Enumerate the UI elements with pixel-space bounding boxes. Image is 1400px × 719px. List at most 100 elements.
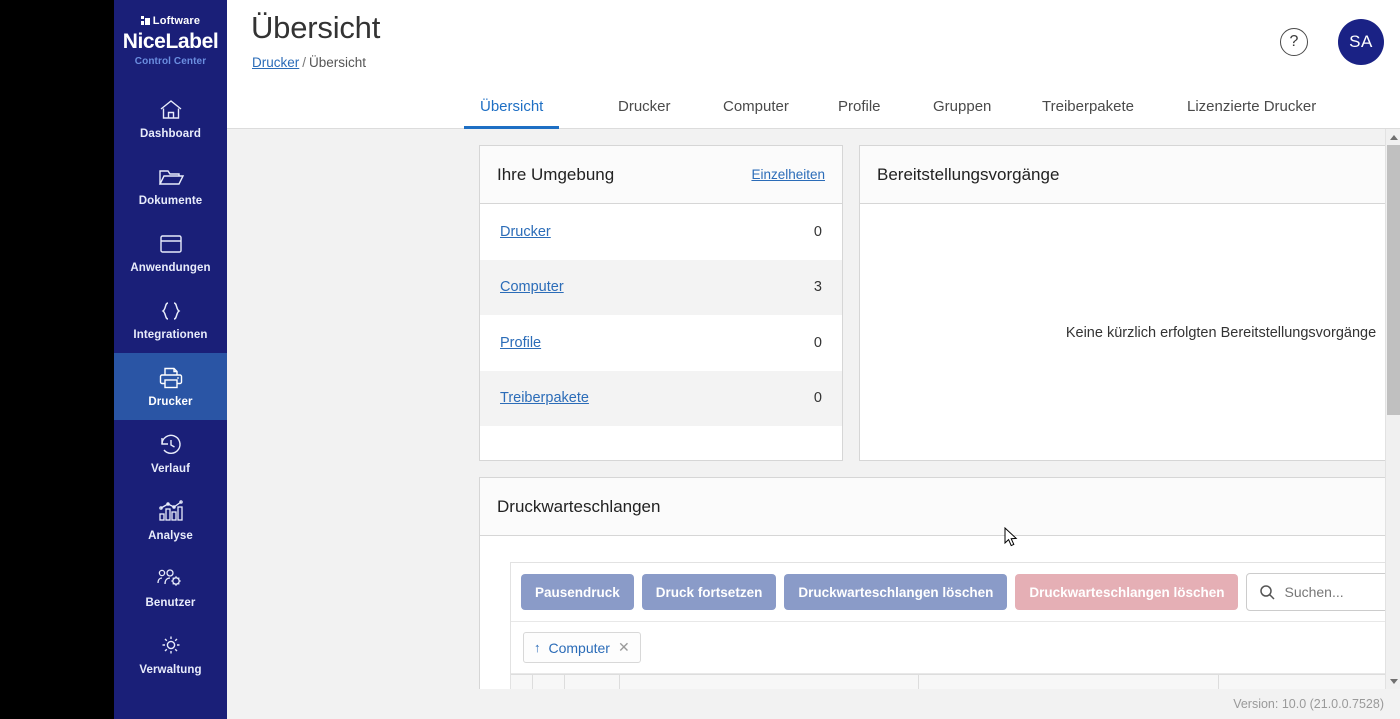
environment-details-link[interactable]: Einzelheiten	[751, 167, 825, 182]
deployments-card-title: Bereitstellungsvorgänge	[877, 164, 1060, 184]
folder-icon	[114, 162, 227, 192]
history-clock-icon	[114, 430, 227, 460]
print-queues-card: Druckwarteschlangen Pausendruck Druck fo…	[479, 477, 1385, 689]
gear-icon	[114, 631, 227, 661]
page-title: Übersicht	[251, 10, 381, 45]
avatar[interactable]: SA	[1338, 19, 1384, 65]
pause-print-button[interactable]: Pausendruck	[521, 574, 634, 610]
environment-card-header: Ihre Umgebung Einzelheiten	[480, 146, 842, 204]
table-column-header[interactable]	[565, 675, 620, 689]
sidebar-item-label: Dashboard	[140, 128, 201, 141]
tab-bar: Übersicht Drucker Computer Profile Grupp…	[227, 83, 1400, 129]
group-chip-computer[interactable]: ↑ Computer ✕	[523, 632, 641, 663]
sidebar-item-label: Analyse	[148, 530, 193, 543]
app-root: Loftware NiceLabel Control Center Dashbo…	[0, 0, 1400, 719]
close-icon[interactable]: ✕	[618, 639, 630, 656]
environment-card-title: Ihre Umgebung	[497, 164, 615, 184]
tab-drucker[interactable]: Drucker	[616, 83, 673, 129]
sidebar-item-verlauf[interactable]: Verlauf	[114, 420, 227, 487]
sidebar-item-label: Anwendungen	[130, 262, 211, 275]
environment-row[interactable]: Profile 0	[480, 315, 842, 371]
environment-row-value: 0	[813, 390, 822, 407]
table-column-header[interactable]	[919, 675, 1219, 689]
deployments-card-header: Bereitstellungsvorgänge Mehr anzeigen...	[860, 146, 1385, 204]
search-box[interactable]	[1246, 573, 1385, 611]
environment-row-value: 3	[813, 279, 822, 296]
environment-row-link[interactable]: Computer	[500, 279, 564, 295]
main-area: Übersicht Drucker / Übersicht ? SA Übersic…	[227, 0, 1400, 719]
environment-row-value: 0	[813, 223, 822, 240]
breadcrumb-parent-link[interactable]: Drucker	[252, 55, 299, 70]
version-label: Version: 10.0 (21.0.0.7528)	[1233, 697, 1384, 711]
sidebar-item-label: Drucker	[148, 396, 193, 409]
sidebar-nav: Dashboard Dokumente Anwendungen Integrat…	[114, 85, 227, 688]
environment-row[interactable]: Computer 3	[480, 259, 842, 315]
sidebar-item-verwaltung[interactable]: Verwaltung	[114, 621, 227, 688]
print-queues-card-title: Druckwarteschlangen	[497, 496, 661, 516]
breadcrumb: Drucker / Übersicht	[252, 55, 366, 70]
table-column-header[interactable]	[1219, 675, 1385, 689]
brand-company-label: Loftware	[152, 14, 201, 27]
print-queues-panel: Pausendruck Druck fortsetzen Druckwartes…	[510, 562, 1385, 689]
environment-rows: Drucker 0 Computer 3 Profile 0 Treiberpa…	[480, 204, 842, 460]
sidebar-item-dokumente[interactable]: Dokumente	[114, 152, 227, 219]
tab-treiberpakete[interactable]: Treiberpakete	[1040, 83, 1136, 129]
triangle-up-icon[interactable]	[1386, 129, 1400, 145]
sidebar: Loftware NiceLabel Control Center Dashbo…	[114, 0, 227, 719]
tab-profile[interactable]: Profile	[836, 83, 883, 129]
printer-icon	[114, 363, 227, 393]
tab-gruppen[interactable]: Gruppen	[931, 83, 993, 129]
sidebar-item-label: Dokumente	[138, 195, 203, 208]
sidebar-item-benutzer[interactable]: Benutzer	[114, 554, 227, 621]
environment-row[interactable]: Treiberpakete 0	[480, 370, 842, 426]
print-queues-table-header	[511, 674, 1385, 689]
sidebar-item-anwendungen[interactable]: Anwendungen	[114, 219, 227, 286]
question-mark-icon[interactable]: ?	[1280, 28, 1308, 56]
sidebar-item-integrationen[interactable]: Integrationen	[114, 286, 227, 353]
environment-row-link[interactable]: Treiberpakete	[500, 390, 589, 406]
sidebar-item-drucker[interactable]: Drucker	[114, 353, 227, 421]
sidebar-item-label: Verwaltung	[139, 664, 202, 677]
bar-chart-icon	[114, 497, 227, 527]
brand-product-label: NiceLabel	[122, 30, 219, 53]
print-queues-card-header: Druckwarteschlangen	[480, 478, 1385, 536]
group-chip-label: Computer	[548, 639, 610, 656]
top-bar: Übersicht Drucker / Übersicht ? SA	[227, 0, 1400, 83]
delete-print-queues-button[interactable]: Druckwarteschlangen löschen	[1015, 574, 1239, 610]
users-gear-icon	[114, 564, 227, 594]
home-icon	[114, 95, 227, 125]
loftware-mark-icon	[140, 16, 150, 25]
print-queues-group-row: ↑ Computer ✕	[511, 622, 1385, 674]
sidebar-item-label: Integrationen	[133, 329, 208, 342]
deployments-empty-message: Keine kürzlich erfolgten Bereitstellungs…	[1065, 324, 1377, 341]
braces-icon	[114, 296, 227, 326]
triangle-down-icon[interactable]	[1386, 673, 1400, 689]
environment-card-footer	[480, 426, 842, 460]
environment-row-link[interactable]: Drucker	[500, 224, 551, 240]
tab-lizenzierte-drucker[interactable]: Lizenzierte Drucker	[1185, 83, 1318, 129]
environment-card: Ihre Umgebung Einzelheiten Drucker 0 Com…	[479, 145, 843, 461]
table-column-header[interactable]	[533, 675, 565, 689]
scrollbar-thumb[interactable]	[1387, 145, 1400, 415]
brand-subtitle-label: Control Center	[134, 56, 207, 68]
search-icon	[1259, 584, 1276, 601]
window-icon	[114, 229, 227, 259]
vertical-scrollbar[interactable]	[1385, 129, 1400, 689]
clear-print-queues-button[interactable]: Druckwarteschlangen löschen	[784, 574, 1008, 610]
environment-row-link[interactable]: Profile	[500, 335, 541, 351]
tab-computer[interactable]: Computer	[721, 83, 791, 129]
environment-row[interactable]: Drucker 0	[480, 204, 842, 260]
resume-print-button[interactable]: Druck fortsetzen	[641, 574, 777, 610]
sidebar-item-dashboard[interactable]: Dashboard	[114, 85, 227, 152]
table-column-header[interactable]	[620, 675, 920, 689]
deployments-card: Bereitstellungsvorgänge Mehr anzeigen...…	[859, 145, 1385, 461]
sidebar-item-label: Verlauf	[150, 463, 191, 476]
sidebar-item-label: Benutzer	[145, 597, 196, 610]
search-input[interactable]	[1284, 584, 1385, 600]
arrow-up-icon: ↑	[534, 640, 541, 655]
print-queues-body: Pausendruck Druck fortsetzen Druckwartes…	[480, 536, 1385, 689]
tab-uebersicht[interactable]: Übersicht	[463, 83, 560, 129]
sidebar-item-analyse[interactable]: Analyse	[114, 487, 227, 554]
table-column-header[interactable]	[511, 675, 533, 689]
brand-loftware: Loftware	[140, 14, 201, 27]
